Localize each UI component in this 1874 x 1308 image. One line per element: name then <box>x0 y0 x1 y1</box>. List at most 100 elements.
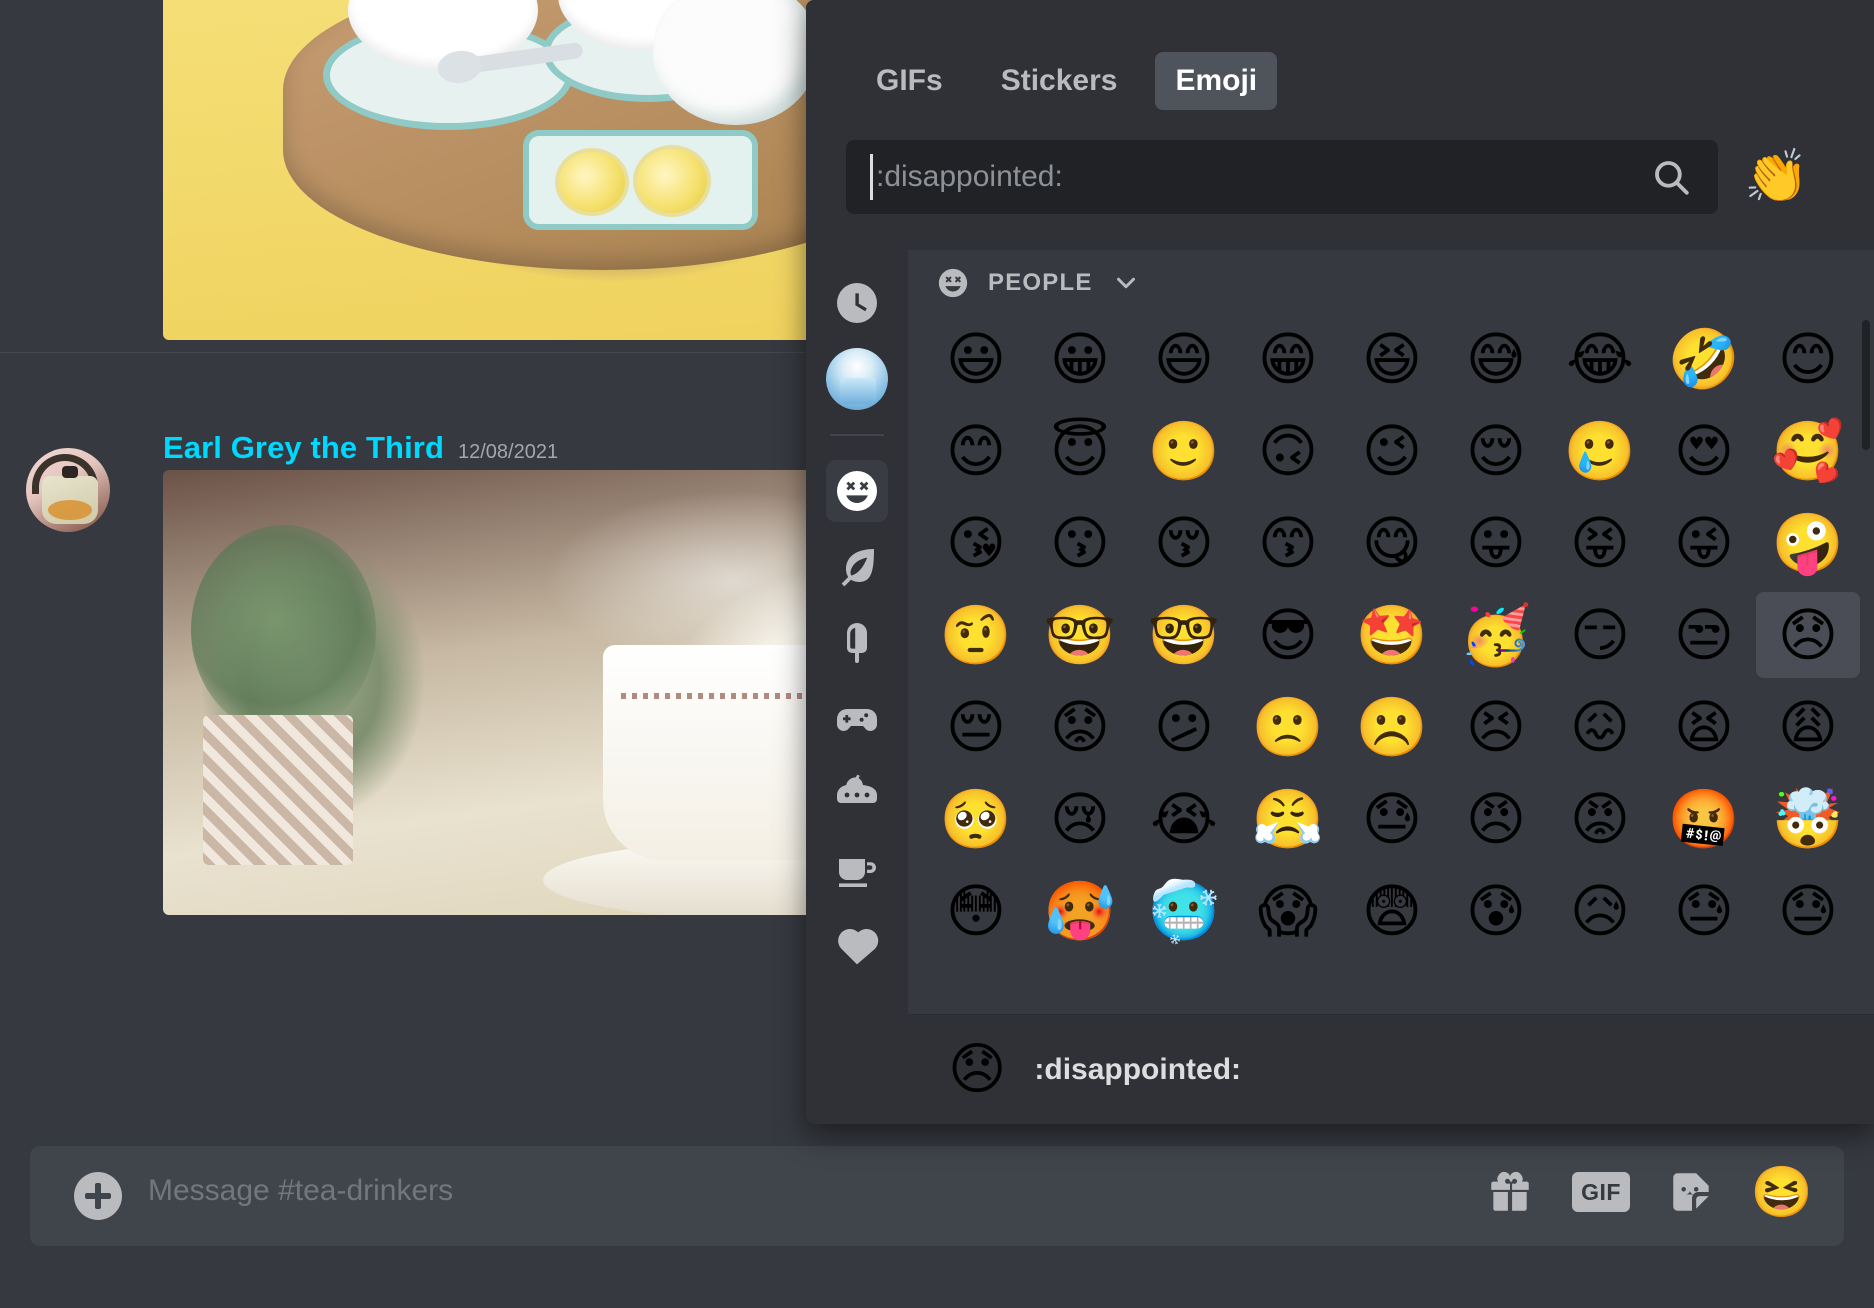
emoji-preview-bar: 😞 :disappointed: <box>908 1014 1874 1124</box>
emoji-cell[interactable]: 😔 <box>924 684 1028 770</box>
emoji-search-input[interactable]: :disappointed: <box>876 160 1063 194</box>
emoji-cell[interactable]: 😕 <box>1132 684 1236 770</box>
message-input-bar[interactable]: Message #tea-drinkers GIF 😆 <box>30 1146 1844 1246</box>
message-input[interactable]: Message #tea-drinkers <box>148 1174 453 1208</box>
emoji-cell[interactable]: 🥲 <box>1548 408 1652 494</box>
food-popsicle-icon[interactable] <box>826 612 888 674</box>
emoji-cell[interactable]: 🙃 <box>1236 408 1340 494</box>
emoji-cell[interactable]: 😟 <box>1028 684 1132 770</box>
avatar[interactable] <box>26 448 110 532</box>
emoji-grid: 😃 😀 😄 😁 😆 😅 😂 🤣 😊 😊 😇 🙂 🙃 😉 😌 🥲 😍 🥰 😘 😗 😚 😙 😋 😛 😝 😜 🤪 🤨 🤓 🤓 😎 🤩 🥳 😏 😒 😞 😔 😟 😕 🙁… <box>908 316 1874 954</box>
emoji-cell[interactable]: 😳 <box>924 868 1028 954</box>
emoji-cell[interactable]: 🥳 <box>1444 592 1548 678</box>
emoji-cell[interactable]: 😛 <box>1444 500 1548 586</box>
picker-search-row: :disappointed: 👏 <box>846 140 1809 214</box>
sticker-icon[interactable] <box>1664 1164 1720 1220</box>
emoji-picker-panel: GIFs Stickers Emoji :disappointed: 👏 PEO… <box>806 0 1874 1124</box>
emoji-cell[interactable]: 😎 <box>1236 592 1340 678</box>
emoji-cell[interactable]: 😥 <box>1548 868 1652 954</box>
picker-body: PEOPLE 😃 😀 😄 😁 😆 😅 😂 🤣 😊 😊 😇 🙂 🙃 😉 😌 🥲 😍 🥰 😘 😗 😚 😙 😋 😛 😝 😜 🤪 🤨 🤓 🤓 😎 🤩 🥳… <box>806 250 1874 1124</box>
emoji-cell[interactable]: 😖 <box>1548 684 1652 770</box>
emoji-cell[interactable]: 😓 <box>1652 868 1756 954</box>
emoji-cell[interactable]: 🤓 <box>1028 592 1132 678</box>
emoji-cell[interactable]: 😆 <box>1340 316 1444 402</box>
emoji-cell[interactable]: 😝 <box>1548 500 1652 586</box>
emoji-cell[interactable]: 😞 <box>1756 592 1860 678</box>
chevron-down-icon[interactable] <box>1111 268 1141 298</box>
emoji-cell[interactable]: 🥶 <box>1132 868 1236 954</box>
emoji-cell[interactable]: 😭 <box>1132 776 1236 862</box>
tab-emoji[interactable]: Emoji <box>1155 52 1278 110</box>
emoji-cell[interactable]: 🤣 <box>1652 316 1756 402</box>
emoji-cell[interactable]: ☹️ <box>1340 684 1444 770</box>
category-header[interactable]: PEOPLE <box>908 250 1874 316</box>
tab-stickers[interactable]: Stickers <box>981 52 1138 110</box>
emoji-cell[interactable]: 🙁 <box>1236 684 1340 770</box>
emoji-cell[interactable]: 😇 <box>1028 408 1132 494</box>
people-icon <box>936 266 970 300</box>
emoji-cell[interactable]: 😁 <box>1236 316 1340 402</box>
preview-emoji: 😞 <box>948 1036 1007 1102</box>
message-username[interactable]: Earl Grey the Third <box>163 430 444 466</box>
symbols-heart-icon[interactable] <box>826 916 888 978</box>
emoji-cell[interactable]: 😨 <box>1340 868 1444 954</box>
emoji-cell[interactable]: 😍 <box>1652 408 1756 494</box>
emoji-cell[interactable]: 🤪 <box>1756 500 1860 586</box>
emoji-cell[interactable]: 😡 <box>1548 776 1652 862</box>
people-icon[interactable] <box>826 460 888 522</box>
plus-icon[interactable] <box>74 1172 122 1220</box>
emoji-cell[interactable]: 😗 <box>1028 500 1132 586</box>
emoji-cell[interactable]: 😄 <box>1132 316 1236 402</box>
gif-button[interactable]: GIF <box>1572 1172 1630 1212</box>
nature-leaf-icon[interactable] <box>826 536 888 598</box>
emoji-cell[interactable]: 😩 <box>1756 684 1860 770</box>
emoji-cell[interactable]: 😚 <box>1132 500 1236 586</box>
clap-emoji-shortcut[interactable]: 👏 <box>1744 151 1809 203</box>
emoji-cell[interactable]: 😤 <box>1236 776 1340 862</box>
emoji-cell[interactable]: 😓 <box>1340 776 1444 862</box>
emoji-cell[interactable]: 😫 <box>1652 684 1756 770</box>
emoji-cell[interactable]: 🥵 <box>1028 868 1132 954</box>
travel-vehicle-icon[interactable] <box>826 764 888 826</box>
emoji-cell[interactable]: 😂 <box>1548 316 1652 402</box>
emoji-cell[interactable]: 🙂 <box>1132 408 1236 494</box>
emoji-cell[interactable]: 😊 <box>1756 316 1860 402</box>
objects-cup-icon[interactable] <box>826 840 888 902</box>
emoji-cell[interactable]: 🤓 <box>1132 592 1236 678</box>
emoji-cell[interactable]: 😢 <box>1028 776 1132 862</box>
emoji-cell[interactable]: 😃 <box>924 316 1028 402</box>
emoji-grid-scroll[interactable]: PEOPLE 😃 😀 😄 😁 😆 😅 😂 🤣 😊 😊 😇 🙂 🙃 😉 😌 🥲 😍 🥰 😘 😗 😚 😙 😋 😛 😝 😜 🤪 🤨 🤓 🤓 😎 🤩 🥳… <box>908 250 1874 1124</box>
emoji-cell[interactable]: 😏 <box>1548 592 1652 678</box>
recent-clock-icon[interactable] <box>826 272 888 334</box>
input-action-icons: GIF 😆 <box>1482 1164 1813 1220</box>
grid-scrollbar[interactable] <box>1862 320 1870 450</box>
emoji-cell[interactable]: 🥰 <box>1756 408 1860 494</box>
server-avatar[interactable] <box>826 348 888 410</box>
emoji-cell[interactable]: 😘 <box>924 500 1028 586</box>
emoji-cell[interactable]: 😙 <box>1236 500 1340 586</box>
emoji-cell[interactable]: 😅 <box>1444 316 1548 402</box>
emoji-cell[interactable]: 😋 <box>1340 500 1444 586</box>
emoji-cell[interactable]: 😀 <box>1028 316 1132 402</box>
emoji-cell[interactable]: 😓 <box>1756 868 1860 954</box>
emoji-cell[interactable]: 🤯 <box>1756 776 1860 862</box>
emoji-cell[interactable]: 😠 <box>1444 776 1548 862</box>
emoji-cell[interactable]: 😒 <box>1652 592 1756 678</box>
tab-gifs[interactable]: GIFs <box>856 52 963 110</box>
emoji-cell[interactable]: 😜 <box>1652 500 1756 586</box>
gift-icon[interactable] <box>1482 1164 1538 1220</box>
emoji-cell[interactable]: 😱 <box>1236 868 1340 954</box>
emoji-cell[interactable]: 😣 <box>1444 684 1548 770</box>
emoji-cell[interactable]: 🥺 <box>924 776 1028 862</box>
activity-gamepad-icon[interactable] <box>826 688 888 750</box>
emoji-picker-button[interactable]: 😆 <box>1751 1164 1813 1220</box>
emoji-cell[interactable]: 😌 <box>1444 408 1548 494</box>
emoji-cell[interactable]: 🤨 <box>924 592 1028 678</box>
emoji-cell[interactable]: 😉 <box>1340 408 1444 494</box>
emoji-cell[interactable]: 😊 <box>924 408 1028 494</box>
picker-tabs: GIFs Stickers Emoji <box>856 52 1278 110</box>
emoji-cell[interactable]: 🤬 <box>1652 776 1756 862</box>
emoji-search-box[interactable]: :disappointed: <box>846 140 1718 214</box>
emoji-cell[interactable]: 😰 <box>1444 868 1548 954</box>
emoji-cell[interactable]: 🤩 <box>1340 592 1444 678</box>
